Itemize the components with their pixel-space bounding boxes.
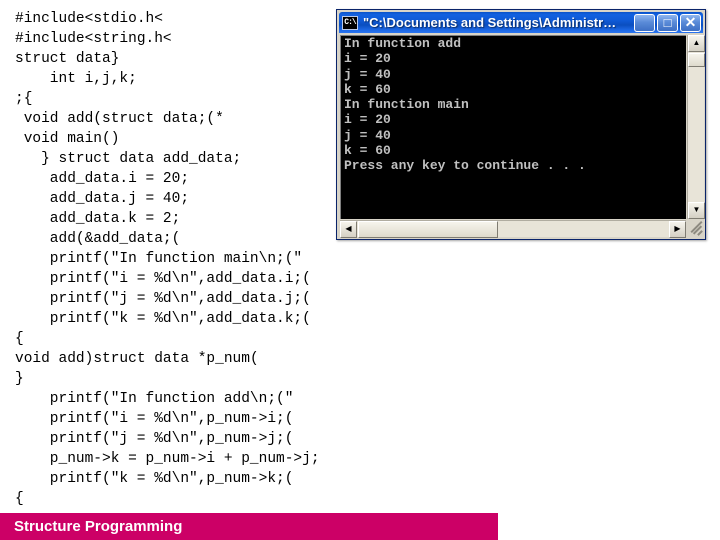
minimize-button[interactable]: _ xyxy=(634,13,655,33)
code-line: add(&add_data;( xyxy=(49,231,181,247)
code-listing: #include<stdio.h< #include<string.h< struc… xyxy=(0,0,340,512)
code-line: printf("i = %d\n",add_data.i;( xyxy=(49,271,311,287)
console-output-line: j = 40 xyxy=(344,66,391,82)
code-line: p_num->k = p_num->i + p_num->j; xyxy=(49,451,320,467)
console-output-line: i = 20 xyxy=(344,112,391,128)
code-line: printf("In function main\n;(" xyxy=(49,251,303,267)
vertical-scroll-thumb[interactable] xyxy=(688,53,705,67)
code-line: printf("j = %d\n",p_num->j;( xyxy=(49,431,294,447)
code-line: ;{ xyxy=(15,91,33,107)
console-output-line: In function main xyxy=(344,97,469,113)
console-output-line: i = 20 xyxy=(344,51,391,67)
code-line: printf("j = %d\n",add_data.j;( xyxy=(49,291,311,307)
console-output-screen[interactable]: In function add i = 20 j = 40 k = 60 In func… xyxy=(340,35,686,219)
scroll-down-button[interactable]: ▼ xyxy=(688,202,705,219)
code-line: { xyxy=(15,331,24,347)
code-line: printf("k = %d\n",add_data.k;( xyxy=(49,311,311,327)
code-line: int i,j,k; xyxy=(49,71,137,87)
code-line: add_data.j = 40; xyxy=(49,191,190,207)
minimize-icon: _ xyxy=(640,17,649,33)
footer-banner: Structure Programming xyxy=(0,513,498,540)
maximize-icon: □ xyxy=(663,14,672,30)
horizontal-scrollbar[interactable]: ◀ ▶ xyxy=(340,220,686,238)
console-title: "C:\Documents and Settings\Administr… xyxy=(363,15,617,30)
resize-grip-icon[interactable] xyxy=(687,220,704,237)
maximize-button[interactable]: □ xyxy=(657,13,678,32)
scroll-left-button[interactable]: ◀ xyxy=(340,221,357,238)
code-line: } struct data add_data; xyxy=(41,151,242,167)
code-line: add_data.k = 2; xyxy=(49,211,181,227)
console-output-line: In function add xyxy=(344,36,462,51)
code-line: void add)struct data *p_num( xyxy=(15,351,259,367)
console-output-line: k = 60 xyxy=(344,143,391,159)
code-line: add_data.i = 20; xyxy=(49,171,190,187)
vertical-scrollbar[interactable]: ▲ ▼ xyxy=(687,35,705,219)
code-line: void add(struct data;(* xyxy=(23,111,224,127)
console-app-icon: C:\ xyxy=(342,15,358,30)
footer-title: Structure Programming xyxy=(14,518,183,535)
console-window[interactable]: C:\ "C:\Documents and Settings\Administr… xyxy=(336,9,706,240)
code-line: } xyxy=(15,371,24,387)
console-titlebar[interactable]: C:\ "C:\Documents and Settings\Administr… xyxy=(339,12,703,33)
code-line: void main() xyxy=(23,131,120,147)
code-line: struct data} xyxy=(15,51,120,67)
scroll-up-button[interactable]: ▲ xyxy=(688,35,705,52)
code-line: #include<string.h< xyxy=(15,31,172,47)
code-line: { xyxy=(15,491,24,507)
horizontal-scroll-thumb[interactable] xyxy=(358,221,498,238)
code-line: printf("i = %d\n",p_num->i;( xyxy=(49,411,294,427)
code-line: printf("k = %d\n",p_num->k;( xyxy=(49,471,294,487)
close-button[interactable]: ✕ xyxy=(680,13,701,32)
code-line: printf("In function add\n;(" xyxy=(49,391,294,407)
close-icon: ✕ xyxy=(684,13,697,30)
scroll-right-button[interactable]: ▶ xyxy=(669,221,686,238)
console-client-area: In function add i = 20 j = 40 k = 60 In func… xyxy=(340,35,705,238)
console-output-line: Press any key to continue . . . xyxy=(344,158,586,174)
code-line: #include<stdio.h< xyxy=(15,11,163,27)
console-output-line: k = 60 xyxy=(344,81,391,97)
console-output-line: j = 40 xyxy=(344,127,391,143)
